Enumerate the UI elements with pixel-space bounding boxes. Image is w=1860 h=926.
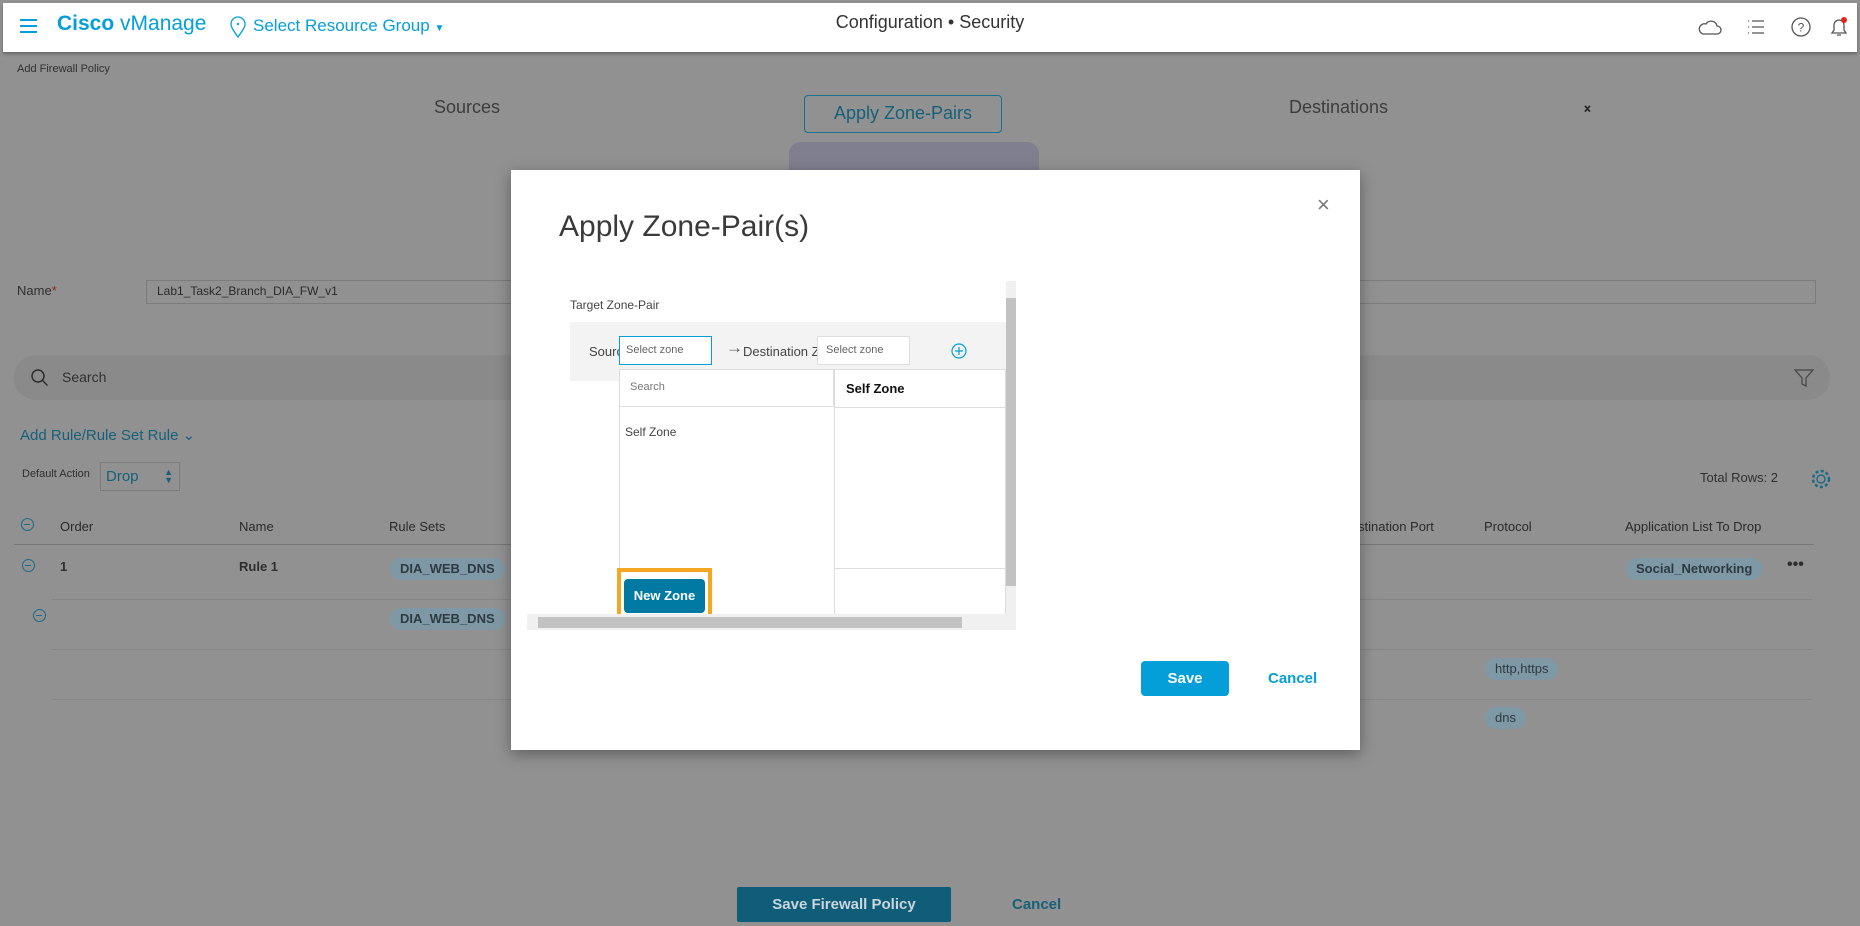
zone-option-self-zone[interactable]: Self Zone <box>625 425 676 439</box>
svg-text:?: ? <box>1798 21 1805 35</box>
col-name: Name <box>239 519 274 534</box>
protocol-tag: dns <box>1485 707 1526 729</box>
rule-set-tag: DIA_WEB_DNS <box>390 558 505 580</box>
modal-save-button[interactable]: Save <box>1141 661 1229 696</box>
task-list-icon[interactable] <box>1743 14 1769 40</box>
page-title: Configuration • Security <box>835 12 1025 32</box>
bell-icon[interactable] <box>1826 14 1852 40</box>
app-list-tag: Social_Networking <box>1626 558 1763 580</box>
step-sources[interactable]: Sources <box>434 97 500 118</box>
horizontal-scrollbar[interactable] <box>527 614 1016 630</box>
dropdown-search-input[interactable]: Search <box>620 370 834 407</box>
close-icon[interactable]: × <box>1317 192 1330 218</box>
arrow-right-icon: → <box>726 338 743 357</box>
destination-zone-input[interactable]: Select zone <box>817 336 910 365</box>
source-zone-input[interactable]: Select zone <box>619 336 712 365</box>
filter-icon[interactable] <box>1793 367 1815 389</box>
preview-header: Self Zone <box>846 381 905 396</box>
col-destination-port: stination Port <box>1358 519 1434 534</box>
collapse-row-icon[interactable] <box>33 609 46 622</box>
default-action-label: Default Action <box>22 468 90 480</box>
collapse-row-icon[interactable] <box>22 559 35 572</box>
section-label: Target Zone-Pair <box>570 298 660 312</box>
modal-cancel-link[interactable]: Cancel <box>1268 670 1317 687</box>
add-rule-dropdown[interactable]: Add Rule/Rule Set Rule ⌄ <box>20 426 195 444</box>
step-apply-zone-pairs[interactable]: Apply Zone-Pairs <box>804 95 1002 133</box>
sort-icon: ▲ ▼ <box>164 467 173 485</box>
help-icon[interactable]: ? <box>1788 14 1814 40</box>
collapse-chevron-icon[interactable]: ⌄ ⌃ <box>1582 98 1593 120</box>
cancel-link[interactable]: Cancel <box>1012 896 1061 913</box>
top-header: Cisco vManage Select Resource Group ▼ Co… <box>3 3 1857 52</box>
chevron-down-icon: ⌄ <box>182 427 196 444</box>
new-zone-list-button[interactable]: New Zone List <box>624 579 705 637</box>
col-protocol: Protocol <box>1484 519 1532 534</box>
collapse-all-icon[interactable] <box>21 518 34 531</box>
name-label: Name* <box>17 283 57 298</box>
modal-title: Apply Zone-Pair(s) <box>559 210 810 243</box>
cloud-icon[interactable] <box>1697 14 1723 40</box>
total-rows: Total Rows: 2 <box>1700 470 1779 485</box>
default-action-select[interactable]: Drop ▲ ▼ <box>100 462 180 491</box>
step-destinations[interactable]: Destinations <box>1289 97 1388 118</box>
search-icon <box>31 369 48 386</box>
more-options-icon[interactable]: ••• <box>1787 556 1804 574</box>
apply-zone-pair-modal: Apply Zone-Pair(s) × Target Zone-Pair So… <box>511 170 1360 750</box>
protocol-tag: http,https <box>1485 658 1559 680</box>
rule-set-tag: DIA_WEB_DNS <box>390 608 505 630</box>
col-app-list: Application List To Drop <box>1625 519 1762 534</box>
zone-dropdown: Search Self Zone Self Zone New Zone List <box>617 369 1007 637</box>
vertical-scrollbar[interactable] <box>1006 281 1016 617</box>
breadcrumb: Add Firewall Policy <box>17 63 110 75</box>
settings-gear-icon[interactable] <box>1809 467 1833 491</box>
col-rule-sets: Rule Sets <box>389 519 446 534</box>
col-order: Order <box>60 519 94 534</box>
save-firewall-policy-button[interactable]: Save Firewall Policy <box>737 887 951 922</box>
add-zone-pair-icon[interactable] <box>951 343 967 359</box>
